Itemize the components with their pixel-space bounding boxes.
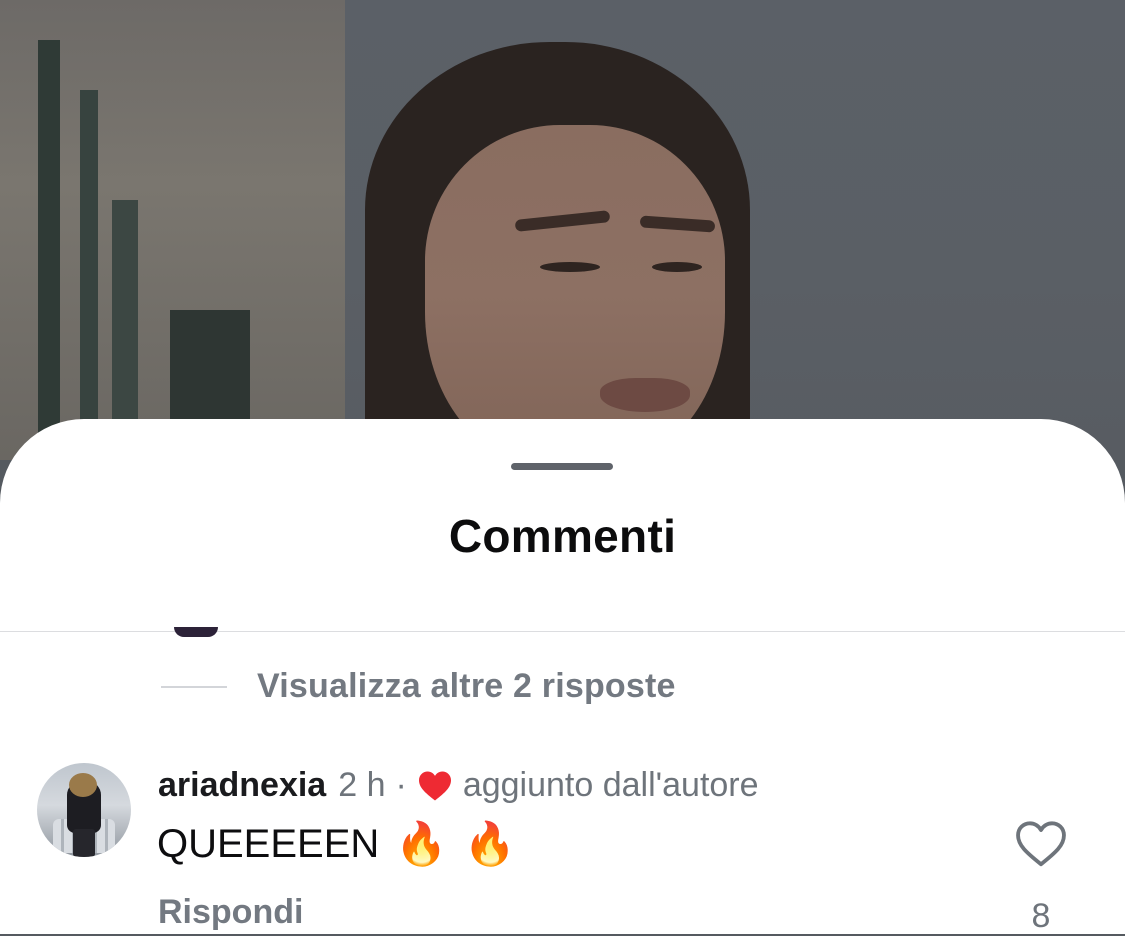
avatar-hair — [69, 773, 97, 797]
comment-text: QUEEEEEN — [157, 822, 380, 866]
like-count: 8 — [1031, 897, 1051, 935]
comment-header: ariadnexia 2 h · aggiunto dall'autore — [158, 766, 759, 805]
view-more-replies[interactable]: Visualizza altre 2 risposte — [161, 667, 676, 706]
header-divider — [0, 631, 1125, 632]
heart-filled-icon — [417, 770, 453, 802]
fire-emoji: 🔥 — [395, 820, 448, 867]
window-shutter — [80, 90, 98, 460]
person-eye — [652, 262, 702, 272]
comment-username[interactable]: ariadnexia — [158, 766, 326, 805]
window-shutter — [38, 40, 60, 460]
avatar[interactable] — [37, 763, 131, 857]
comments-sheet: Commenti Visualizza altre 2 risposte ari… — [0, 419, 1125, 935]
fire-emoji: 🔥 — [463, 820, 516, 867]
comment-timestamp: 2 h — [338, 766, 386, 804]
liked-by-author-note: aggiunto dall'autore — [462, 766, 759, 804]
avatar-legs — [73, 829, 95, 857]
background-photo — [0, 0, 1125, 460]
comment-body: QUEEEEEN 🔥 🔥 — [157, 820, 516, 869]
heart-outline-icon[interactable] — [1014, 819, 1068, 869]
replies-indent-line — [161, 685, 227, 688]
separator-dot: · — [395, 766, 407, 804]
sheet-title: Commenti — [448, 510, 677, 562]
reply-button[interactable]: Rispondi — [158, 893, 303, 932]
view-more-replies-label[interactable]: Visualizza altre 2 risposte — [257, 667, 676, 706]
previous-comment-avatar[interactable] — [174, 627, 218, 637]
person-mouth — [600, 378, 690, 412]
sheet-grabber-handle[interactable] — [511, 463, 613, 470]
person-eye — [540, 262, 600, 272]
person-face — [425, 125, 725, 460]
